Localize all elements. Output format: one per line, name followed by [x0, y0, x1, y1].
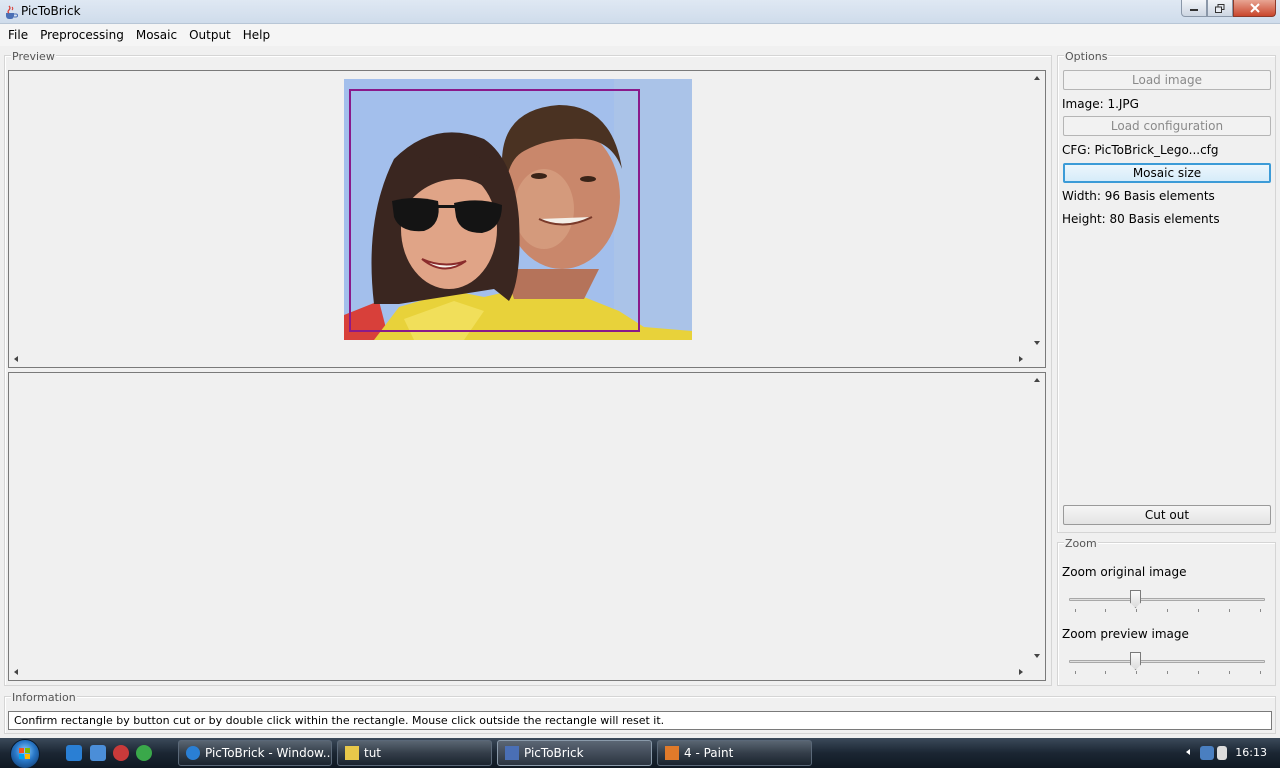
mosaic-height-label: Height: 80 Basis elements	[1062, 212, 1220, 226]
minimize-button[interactable]	[1181, 0, 1207, 17]
slider-tick	[1075, 671, 1076, 674]
folder-icon	[345, 746, 359, 760]
configuration-label: CFG: PicToBrick_Lego...cfg	[1062, 143, 1219, 157]
start-button[interactable]	[10, 739, 40, 768]
taskbar: PicToBrick - Window... tut PicToBrick 4 …	[0, 738, 1280, 768]
options-group-title: Options	[1064, 50, 1109, 63]
menu-mosaic[interactable]: Mosaic	[130, 24, 183, 46]
clock[interactable]: 16:13	[1235, 746, 1267, 759]
zoom-original-slider[interactable]	[1069, 590, 1265, 613]
mosaic-preview-pane[interactable]	[8, 372, 1046, 681]
information-message: Confirm rectangle by button cut or by do…	[8, 711, 1272, 730]
original-image-pane[interactable]	[8, 70, 1046, 368]
slider-thumb[interactable]	[1130, 590, 1141, 608]
scroll-down-icon[interactable]	[1034, 654, 1040, 658]
task-label: PicToBrick - Window...	[205, 746, 332, 760]
preview-vertical-scrollbar[interactable]	[1030, 373, 1045, 665]
scroll-up-icon[interactable]	[1034, 76, 1040, 80]
load-image-button[interactable]: Load image	[1063, 70, 1271, 90]
task-pictobrick[interactable]: PicToBrick	[497, 740, 652, 766]
menu-output[interactable]: Output	[183, 24, 237, 46]
information-group-title: Information	[11, 691, 77, 704]
slider-tick	[1198, 671, 1199, 674]
preview-group-title: Preview	[11, 50, 56, 63]
slider-track	[1069, 660, 1265, 663]
scroll-up-icon[interactable]	[1034, 378, 1040, 382]
network-icon[interactable]	[1200, 746, 1214, 760]
slider-track	[1069, 598, 1265, 601]
show-desktop-icon[interactable]	[90, 745, 106, 761]
menu-bar: File Preprocessing Mosaic Output Help	[0, 24, 1280, 46]
slider-tick	[1260, 609, 1261, 612]
scroll-right-icon[interactable]	[1019, 669, 1023, 675]
restore-button[interactable]	[1207, 0, 1233, 17]
volume-icon[interactable]	[1217, 746, 1227, 760]
slider-tick	[1136, 671, 1137, 674]
task-label: PicToBrick	[524, 746, 584, 760]
menu-preprocessing[interactable]: Preprocessing	[34, 24, 130, 46]
slider-ticks	[1069, 671, 1265, 675]
internet-explorer-icon	[186, 746, 200, 760]
load-configuration-button[interactable]: Load configuration	[1063, 116, 1271, 136]
slider-ticks	[1069, 609, 1265, 613]
menu-file[interactable]: File	[2, 24, 34, 46]
paint-icon	[665, 746, 679, 760]
cut-selection-rectangle[interactable]	[349, 89, 640, 332]
scroll-left-icon[interactable]	[14, 356, 18, 362]
windows-logo-icon	[19, 748, 30, 759]
close-icon	[1249, 3, 1260, 13]
show-hidden-icons-icon[interactable]	[1186, 749, 1190, 755]
cut-out-button[interactable]: Cut out	[1063, 505, 1271, 525]
slider-tick	[1075, 609, 1076, 612]
slider-tick	[1105, 609, 1106, 612]
slider-tick	[1105, 671, 1106, 674]
menu-help[interactable]: Help	[237, 24, 276, 46]
original-horizontal-scrollbar[interactable]	[9, 352, 1030, 367]
slider-tick	[1229, 671, 1230, 674]
scroll-left-icon[interactable]	[14, 669, 18, 675]
window-title: PicToBrick	[21, 4, 81, 18]
preview-horizontal-scrollbar[interactable]	[9, 665, 1030, 680]
title-bar: PicToBrick	[0, 0, 1280, 24]
zoom-original-label: Zoom original image	[1062, 565, 1187, 579]
quick-launch-app-icon[interactable]	[113, 745, 129, 761]
scroll-down-icon[interactable]	[1034, 341, 1040, 345]
slider-tick	[1229, 609, 1230, 612]
java-cup-icon	[6, 5, 18, 19]
minimize-icon	[1190, 9, 1198, 11]
restore-icon	[1215, 3, 1225, 13]
task-paint[interactable]: 4 - Paint	[657, 740, 812, 766]
task-label: tut	[364, 746, 382, 760]
slider-tick	[1136, 609, 1137, 612]
slider-tick	[1260, 671, 1261, 674]
close-button[interactable]	[1233, 0, 1276, 17]
task-tut-folder[interactable]: tut	[337, 740, 492, 766]
zoom-preview-slider[interactable]	[1069, 652, 1265, 675]
task-pictobrick-browser[interactable]: PicToBrick - Window...	[178, 740, 332, 766]
zoom-group-title: Zoom	[1064, 537, 1098, 550]
slider-tick	[1167, 609, 1168, 612]
java-cup-icon	[505, 746, 519, 760]
quick-launch-sync-icon[interactable]	[136, 745, 152, 761]
slider-tick	[1167, 671, 1168, 674]
slider-tick	[1198, 609, 1199, 612]
image-filename-label: Image: 1.JPG	[1062, 97, 1139, 111]
mosaic-size-button[interactable]: Mosaic size	[1063, 163, 1271, 183]
task-label: 4 - Paint	[684, 746, 734, 760]
mosaic-width-label: Width: 96 Basis elements	[1062, 189, 1215, 203]
original-vertical-scrollbar[interactable]	[1030, 71, 1045, 352]
slider-thumb[interactable]	[1130, 652, 1141, 670]
scroll-right-icon[interactable]	[1019, 356, 1023, 362]
internet-explorer-icon[interactable]	[66, 745, 82, 761]
zoom-preview-label: Zoom preview image	[1062, 627, 1189, 641]
